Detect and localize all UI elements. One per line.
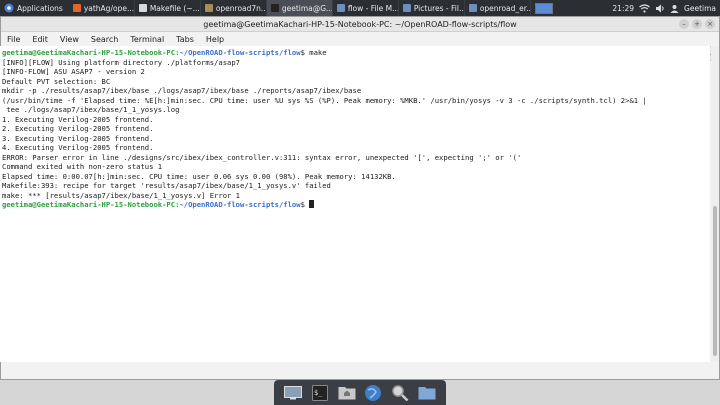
taskbar-item[interactable]: geetima@G... bbox=[266, 0, 333, 16]
taskbar-app-icon bbox=[138, 4, 147, 12]
system-tray: 21:29 Geetima bbox=[612, 0, 720, 16]
taskbar-item[interactable]: flow - File M... bbox=[333, 0, 399, 16]
prompt-symbol: $ bbox=[300, 200, 310, 209]
menu-item-terminal[interactable]: Terminal bbox=[130, 35, 164, 44]
menu-item-help[interactable]: Help bbox=[206, 35, 224, 44]
top-panel: Applications yathAg/ope... Makefile (~...… bbox=[0, 0, 720, 16]
taskbar-app-icon bbox=[402, 4, 411, 12]
prompt-line: geetima@GeetimaKachari-HP-15-Notebook-PC… bbox=[2, 200, 708, 210]
menu-item-edit[interactable]: Edit bbox=[32, 35, 48, 44]
close-icon[interactable]: × bbox=[705, 19, 715, 29]
taskbar-app-icon bbox=[336, 4, 345, 12]
output-line: (/usr/bin/time -f 'Elapsed time: %E[h:]m… bbox=[2, 95, 647, 105]
dock: $_ bbox=[274, 380, 446, 405]
taskbar-app-icon bbox=[270, 4, 279, 12]
output-line: mkdir -p ./results/asap7/ibex/base ./log… bbox=[2, 86, 362, 95]
taskbar-item-label: Makefile (~... bbox=[149, 3, 200, 13]
prompt-path: ~/OpenROAD-flow-scripts/flow bbox=[179, 48, 301, 57]
applications-label: Applications bbox=[17, 3, 63, 13]
taskbar-item[interactable]: openroad7n... bbox=[201, 0, 267, 16]
prompt-path: ~/OpenROAD-flow-scripts/flow bbox=[179, 200, 301, 209]
user-icon[interactable] bbox=[670, 4, 679, 13]
minimize-icon[interactable]: – bbox=[679, 19, 689, 29]
menu-bar: File Edit View Search Terminal Tabs Help bbox=[1, 32, 719, 46]
taskbar-item-label: openroad_er... bbox=[479, 3, 531, 13]
volume-icon[interactable] bbox=[655, 4, 665, 13]
show-desktop-icon[interactable] bbox=[283, 383, 303, 402]
command-text: make bbox=[309, 48, 327, 57]
prompt-symbol: $ bbox=[300, 48, 310, 57]
applications-menu[interactable]: Applications bbox=[0, 0, 69, 16]
terminal-scrollbar[interactable] bbox=[711, 46, 719, 362]
output-line: ERROR: Parser error in line ./designs/sr… bbox=[2, 152, 522, 162]
output-line: Command exited with non-zero status 1 bbox=[2, 162, 163, 171]
output-line: 3. Executing Verilog-2005 frontend. bbox=[2, 133, 154, 143]
svg-text:$_: $_ bbox=[314, 389, 323, 397]
menu-item-file[interactable]: File bbox=[7, 35, 20, 44]
output-line: 1. Executing Verilog-2005 frontend. bbox=[2, 114, 154, 124]
clock[interactable]: 21:29 bbox=[612, 4, 634, 13]
output-line: [INFO-FLOW] ASU ASAP7 - version 2 bbox=[2, 67, 145, 76]
tasklist: yathAg/ope... Makefile (~... openroad7n...… bbox=[69, 0, 531, 16]
applications-icon bbox=[4, 3, 14, 13]
output-line: Makefile:393: recipe for target 'results… bbox=[2, 181, 331, 190]
taskbar-item[interactable]: openroad_er... bbox=[465, 0, 531, 16]
output-line: tee ./logs/asap7/ibex/base/1_1_yosys.log bbox=[2, 105, 180, 114]
menu-item-view[interactable]: View bbox=[60, 35, 79, 44]
output-line: 4. Executing Verilog-2005 frontend. bbox=[2, 143, 154, 152]
taskbar-item[interactable]: Makefile (~... bbox=[135, 0, 201, 16]
files-icon[interactable] bbox=[417, 383, 437, 402]
taskbar-app-icon bbox=[72, 4, 81, 12]
web-browser-icon[interactable] bbox=[363, 383, 383, 402]
taskbar-item-label: flow - File M... bbox=[347, 3, 399, 13]
taskbar-item-label: openroad7n... bbox=[215, 3, 267, 13]
taskbar-app-icon bbox=[204, 4, 213, 12]
window-titlebar[interactable]: geetima@GeetimaKachari-HP-15-Notebook-PC… bbox=[1, 17, 719, 32]
taskbar-item-label: geetima@G... bbox=[281, 3, 333, 13]
terminal-output[interactable]: geetima@GeetimaKachari-HP-15-Notebook-PC… bbox=[0, 46, 710, 362]
wifi-icon[interactable] bbox=[639, 3, 650, 13]
window-title: geetima@GeetimaKachari-HP-15-Notebook-PC… bbox=[203, 19, 517, 29]
output-line: Default PVT selection: BC bbox=[2, 76, 111, 86]
terminal-icon[interactable]: $_ bbox=[310, 383, 330, 402]
taskbar-item-label: yathAg/ope... bbox=[83, 3, 135, 13]
taskbar-item-label: Pictures - Fil... bbox=[413, 3, 465, 13]
app-finder-icon[interactable] bbox=[390, 383, 410, 402]
user-name[interactable]: Geetima bbox=[684, 4, 716, 13]
maximize-icon[interactable]: + bbox=[692, 19, 702, 29]
menu-item-tabs[interactable]: Tabs bbox=[176, 35, 194, 44]
prompt-user: geetima@GeetimaKachari-HP-15-Notebook-PC bbox=[2, 200, 176, 209]
taskbar-item[interactable]: yathAg/ope... bbox=[69, 0, 135, 16]
workspace-1[interactable] bbox=[534, 2, 553, 14]
menu-item-search[interactable]: Search bbox=[91, 35, 118, 44]
taskbar-item[interactable]: Pictures - Fil... bbox=[399, 0, 465, 16]
prompt-user: geetima@GeetimaKachari-HP-15-Notebook-PC bbox=[2, 48, 176, 57]
scrollbar-thumb[interactable] bbox=[713, 206, 717, 356]
home-folder-icon[interactable] bbox=[337, 383, 357, 402]
output-line: Elapsed time: 0:00.07[h:]min:sec. CPU ti… bbox=[2, 171, 396, 181]
output-line: 2. Executing Verilog-2005 frontend. bbox=[2, 124, 154, 133]
prompt-line: geetima@GeetimaKachari-HP-15-Notebook-PC… bbox=[2, 48, 708, 58]
output-line: make: *** [results/asap7/ibex/base/1_1_y… bbox=[2, 190, 240, 200]
taskbar-app-icon bbox=[468, 4, 477, 12]
output-line: [INFO][FLOW] Using platform directory ./… bbox=[2, 57, 240, 67]
text-cursor bbox=[309, 200, 315, 208]
